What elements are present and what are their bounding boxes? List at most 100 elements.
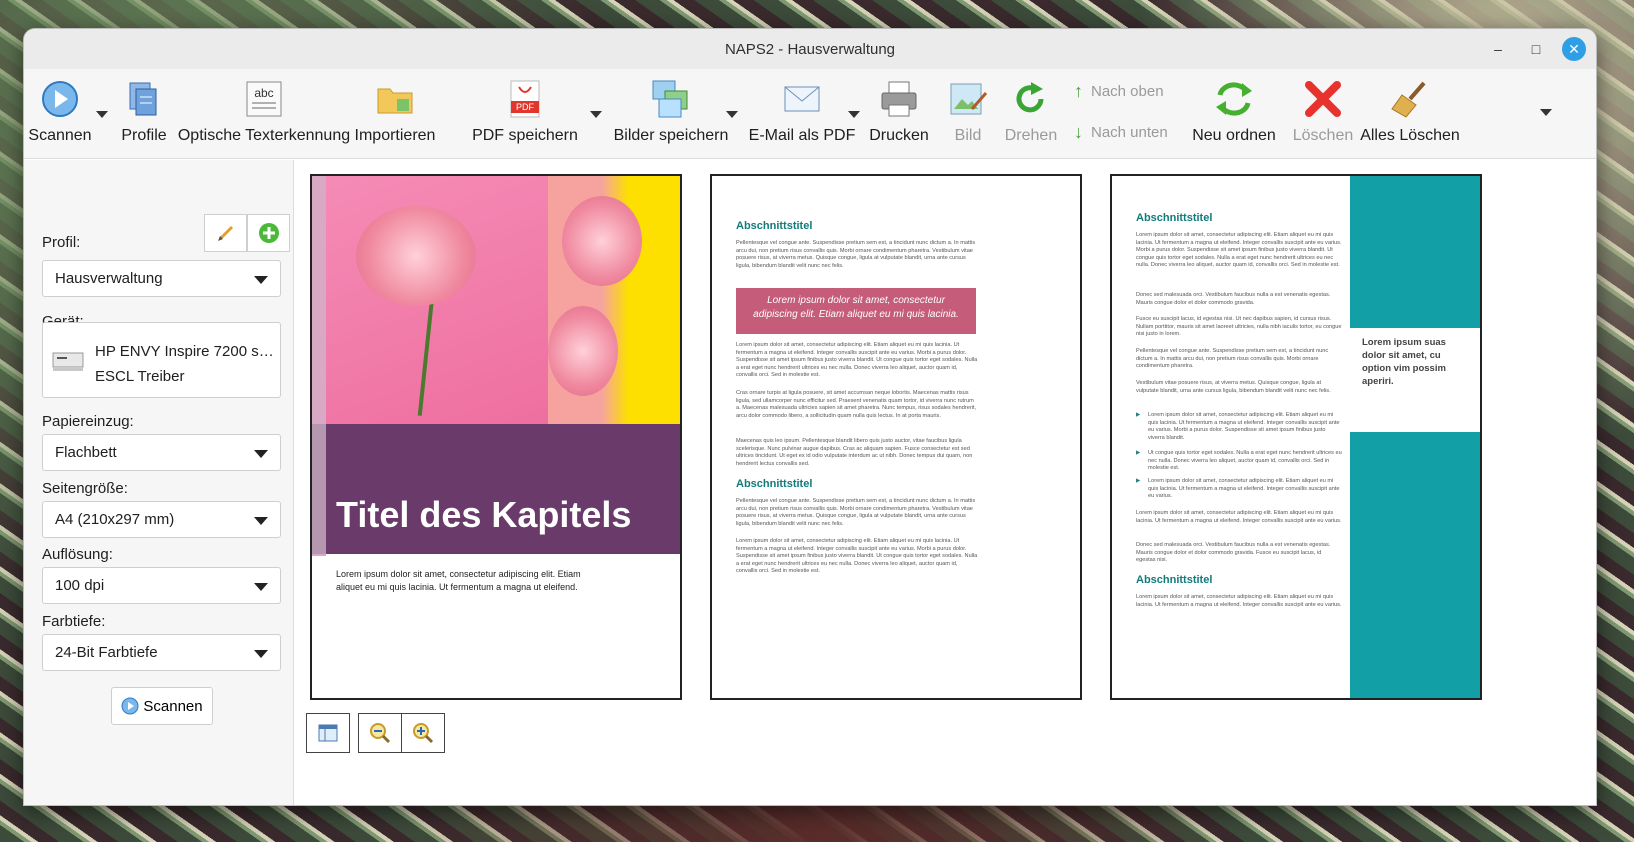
scan-toolbar-button[interactable]: Scannen <box>24 69 96 159</box>
window-title: NAPS2 - Hausverwaltung <box>724 40 896 58</box>
reorder-icon <box>1216 82 1252 116</box>
bullet-item: Lorem ipsum dolor sit amet, consectetur … <box>1148 478 1340 500</box>
device-selector[interactable]: HP ENVY Inspire 7200 s… ESCL Treiber <box>42 322 281 398</box>
sidebar: Profil: Hausverwaltung Gerät: HP ENVY In… <box>24 160 294 805</box>
bullet-item: Ut congue quis tortor eget sodales. Null… <box>1148 450 1342 472</box>
paragraph: Donec sed malesuada orci. Vestibulum fau… <box>1136 292 1331 306</box>
maximize-button[interactable]: □ <box>1524 37 1548 61</box>
page-thumbnail-2[interactable]: Abschnittstitel Pellentesque vel congue … <box>710 174 1082 700</box>
color-depth-value: 24-Bit Farbtiefe <box>55 644 158 661</box>
thumbnail-view-button[interactable] <box>306 713 350 753</box>
scan-icon <box>121 697 139 715</box>
plus-icon <box>258 223 279 243</box>
print-button[interactable]: Drucken <box>866 69 932 159</box>
clear-all-button[interactable]: Alles Löschen <box>1360 69 1460 159</box>
arrow-down-icon: ↓ <box>1074 122 1083 142</box>
pull-quote: Lorem ipsum suas dolor sit amet, cu opti… <box>1362 337 1446 387</box>
scan-button-label: Scannen <box>143 697 203 715</box>
save-images-label: Bilder speichern <box>613 127 729 144</box>
page-size-label: Seitengröße: <box>42 480 128 497</box>
pdf-dropdown-chevron-icon[interactable] <box>590 111 602 118</box>
device-driver: ESCL Treiber <box>95 368 185 385</box>
paragraph: Maecenas quis leo ipsum. Pellentesque bl… <box>736 438 973 467</box>
scanner-device-icon <box>52 352 84 371</box>
paragraph: Lorem ipsum dolor sit amet, consectetur … <box>736 342 978 379</box>
delete-button[interactable]: Löschen <box>1292 69 1354 159</box>
delete-icon <box>1305 81 1341 117</box>
scan-button[interactable]: Scannen <box>111 687 213 725</box>
rotate-button[interactable]: Drehen <box>1002 69 1060 159</box>
page-thumbnail-3[interactable]: Lorem ipsum suas dolor sit amet, cu opti… <box>1110 174 1482 700</box>
email-dropdown-chevron-icon[interactable] <box>848 111 860 118</box>
paragraph: Fusce eu suscipit lacus, id egestas nisi… <box>1136 316 1342 338</box>
pdf-icon-text: PDF <box>516 102 535 112</box>
zoom-in-icon <box>413 723 434 744</box>
add-profile-button[interactable] <box>247 214 290 252</box>
scan-icon <box>42 81 78 117</box>
page-thumbnail-1[interactable]: Titel des Kapitels Lorem ipsum dolor sit… <box>310 174 682 700</box>
app-window: NAPS2 - Hausverwaltung – □ ✕ Scannen Pro… <box>23 28 1597 806</box>
profiles-button[interactable]: Profile <box>116 69 172 159</box>
page-size-select[interactable]: A4 (210x297 mm) <box>42 501 281 538</box>
email-pdf-button[interactable]: E-Mail als PDF <box>744 69 860 159</box>
paragraph: Cras ornare turpis at ligula posuere, si… <box>736 390 977 419</box>
image-button[interactable]: Bild <box>944 69 992 159</box>
save-pdf-label: PDF speichern <box>472 127 578 144</box>
email-pdf-label: E-Mail als PDF <box>748 127 856 144</box>
scan-label: Scannen <box>28 127 92 144</box>
toolbar-overflow-chevron-icon[interactable] <box>1540 109 1552 116</box>
color-depth-select[interactable]: 24-Bit Farbtiefe <box>42 634 281 671</box>
paragraph: Lorem ipsum dolor sit amet, consectetur … <box>1136 510 1342 524</box>
broom-icon <box>1391 81 1426 118</box>
profile-label: Profil: <box>42 234 81 251</box>
import-folder-icon <box>377 88 413 114</box>
images-dropdown-chevron-icon[interactable] <box>726 111 738 118</box>
peony-flower <box>548 306 618 396</box>
page-thumbnails-area: Titel des Kapitels Lorem ipsum dolor sit… <box>295 160 1596 805</box>
scan-dropdown-chevron-icon[interactable] <box>96 111 108 118</box>
paragraph: Lorem ipsum dolor sit amet, consectetur … <box>1136 232 1342 269</box>
profile-select[interactable]: Hausverwaltung <box>42 260 281 297</box>
import-button[interactable]: Importieren <box>352 69 438 159</box>
page-1-title: Titel des Kapitels <box>336 494 632 535</box>
move-down-label: Nach unten <box>1091 124 1168 141</box>
printer-icon <box>881 81 917 117</box>
image-edit-icon <box>950 83 988 115</box>
page-1-text: Lorem ipsum dolor sit amet, consectetur … <box>336 569 581 592</box>
title-band-accent <box>312 424 326 554</box>
import-label: Importieren <box>354 127 436 144</box>
ocr-button[interactable]: abc Optische Texterkennung <box>176 69 352 159</box>
bullet-arrow-icon: ▶ <box>1136 412 1141 418</box>
paragraph: Lorem ipsum dolor sit amet, consectetur … <box>1136 594 1342 608</box>
resolution-select[interactable]: 100 dpi <box>42 567 281 604</box>
paper-source-select[interactable]: Flachbett <box>42 434 281 471</box>
pencil-icon <box>217 225 233 241</box>
paragraph: Pellentesque vel congue ante. Suspendiss… <box>1136 348 1329 370</box>
move-up-button[interactable]: ↑ Nach oben <box>1074 81 1164 102</box>
peony-flower <box>356 206 476 306</box>
bullet-arrow-icon: ▶ <box>1136 478 1141 484</box>
save-pdf-button[interactable]: PDF PDF speichern <box>472 69 578 159</box>
edit-profile-button[interactable] <box>204 214 247 252</box>
paragraph: Pellentesque vel congue ante. Suspendiss… <box>736 240 976 269</box>
minimize-button[interactable]: – <box>1486 37 1510 61</box>
resolution-label: Auflösung: <box>42 546 113 563</box>
delete-label: Löschen <box>1292 127 1354 144</box>
bullet-arrow-icon: ▶ <box>1136 450 1141 456</box>
color-depth-label: Farbtiefe: <box>42 613 106 630</box>
reorder-button[interactable]: Neu ordnen <box>1188 69 1280 159</box>
save-images-button[interactable]: Bilder speichern <box>608 69 734 159</box>
teal-sidebar-top <box>1350 176 1480 328</box>
profile-value: Hausverwaltung <box>55 270 163 287</box>
section-heading: Abschnittstitel <box>736 478 813 490</box>
move-down-button[interactable]: ↓ Nach unten <box>1074 122 1168 143</box>
section-heading: Abschnittstitel <box>736 220 813 232</box>
zoom-out-button[interactable] <box>358 713 402 753</box>
zoom-in-button[interactable] <box>401 713 445 753</box>
close-button[interactable]: ✕ <box>1562 37 1586 61</box>
profiles-label: Profile <box>121 127 167 144</box>
thumbnail-view-icon <box>318 724 338 742</box>
chevron-down-icon <box>254 650 268 658</box>
paper-source-label: Papiereinzug: <box>42 413 134 430</box>
paper-source-value: Flachbett <box>55 444 117 461</box>
